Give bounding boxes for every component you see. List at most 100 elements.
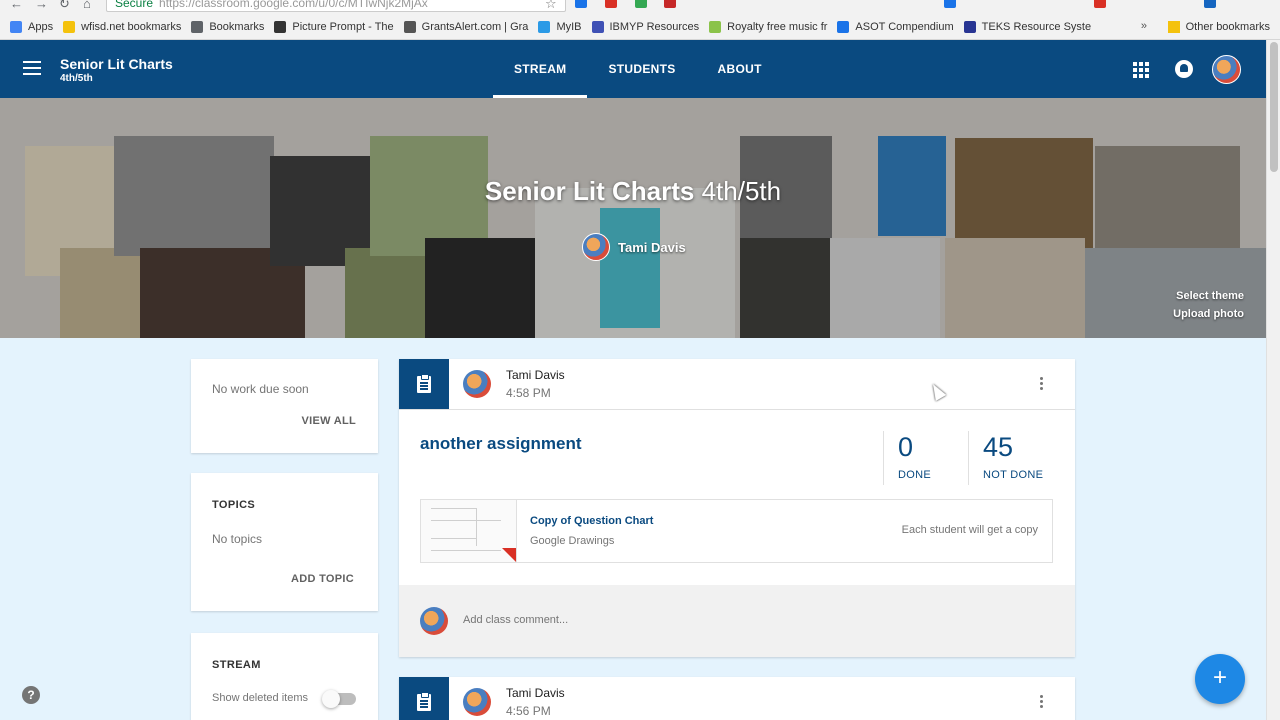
comment-bar [399,585,1075,657]
class-banner: Senior Lit Charts 4th/5th Tami Davis Sel… [0,98,1266,338]
select-theme-link[interactable]: Select theme [1176,290,1244,302]
banner-overlay [0,98,1266,338]
scrollbar-thumb[interactable] [1270,42,1278,172]
class-comment-input[interactable] [463,614,863,626]
bookmark-item[interactable]: Picture Prompt - The [274,20,394,33]
assignment-post: Tami Davis 4:58 PM another assignment 0 … [399,359,1075,657]
bookmark-item[interactable]: MyIB [538,20,582,33]
extension-icon[interactable] [944,0,956,8]
upcoming-card: No work due soon VIEW ALL [191,359,378,453]
teacher-avatar [582,233,610,261]
divider [399,409,1075,410]
notifications-icon[interactable] [1175,60,1193,78]
bookmarks-bar: Apps wfisd.net bookmarks Bookmarks Pictu… [0,14,1280,40]
extension-icon[interactable] [1094,0,1106,8]
forward-icon[interactable]: → [35,0,48,11]
topics-card: TOPICS No topics ADD TOPIC [191,473,378,611]
extension-icon[interactable] [635,0,647,8]
bookmark-item[interactable]: GrantsAlert.com | Gra [403,20,528,33]
show-deleted-label: Show deleted items [212,692,308,704]
stream-settings-card: STREAM Show deleted items [191,633,378,720]
assignment-title[interactable]: another assignment [420,434,582,454]
tab-bar: STREAM STUDENTS ABOUT [493,40,783,98]
commenter-avatar [420,607,448,635]
site-icon [274,20,287,33]
drawings-badge-icon [502,548,516,562]
back-icon[interactable]: ← [10,0,23,11]
stat-divider [883,431,884,485]
more-options-icon[interactable] [1040,377,1044,393]
tab-about[interactable]: ABOUT [697,40,783,98]
assignment-icon [417,373,431,393]
post-time: 4:56 PM [506,704,551,718]
more-options-icon[interactable] [1040,695,1044,711]
attachment-note: Each student will get a copy [901,524,1038,536]
reload-icon[interactable]: ↻ [59,0,70,12]
bookmark-apps[interactable]: Apps [10,20,53,33]
folder-icon [1167,21,1180,33]
post-author-avatar [463,370,491,398]
post-author: Tami Davis [506,686,565,700]
done-count[interactable]: 0 [898,432,913,463]
site-icon [963,20,976,33]
bookmark-item[interactable]: ASOT Compendium [837,20,954,33]
browser-toolbar: ← → ↻ ⌂ Secure https://classroom.google.c… [0,0,1280,14]
folder-icon [63,20,76,33]
star-icon [191,20,204,33]
banner-title: Senior Lit Charts 4th/5th [484,176,782,206]
menu-icon[interactable] [23,61,41,75]
extension-icon[interactable] [664,0,676,8]
more-bookmarks-icon[interactable]: » [1141,20,1147,32]
bookmark-item[interactable]: IBMYP Resources [591,20,699,33]
bookmark-star-icon[interactable]: ☆ [545,0,557,12]
tab-stream[interactable]: STREAM [493,40,588,98]
extension-icon[interactable] [1204,0,1216,8]
url-text: https://classroom.google.com/u/0/c/MTIwN… [159,0,428,10]
attachment-type: Google Drawings [530,535,615,547]
google-apps-icon[interactable] [1133,62,1149,78]
extension-icon[interactable] [605,0,617,8]
attachment-card[interactable]: Copy of Question Chart Google Drawings E… [420,499,1053,563]
done-label: DONE [898,469,931,481]
assignment-icon-box [399,359,449,409]
drive-icon [837,20,850,33]
post-time: 4:58 PM [506,386,551,400]
stat-divider [968,431,969,485]
topics-heading: TOPICS [212,499,256,511]
class-section: 4th/5th [60,73,93,84]
banner-teacher: Tami Davis [582,233,686,261]
not-done-count[interactable]: 45 [983,432,1013,463]
address-bar[interactable]: Secure https://classroom.google.com/u/0/c… [106,0,566,12]
home-icon[interactable]: ⌂ [83,0,91,11]
view-all-button[interactable]: VIEW ALL [301,415,356,427]
stream-heading: STREAM [212,659,261,671]
site-icon [403,20,416,33]
attachment-title[interactable]: Copy of Question Chart [530,515,653,527]
bookmark-item[interactable]: Royalty free music fr [709,20,827,33]
tab-students[interactable]: STUDENTS [587,40,696,98]
assignment-icon [417,691,431,711]
class-title[interactable]: Senior Lit Charts [60,56,173,72]
bookmark-item[interactable]: TEKS Resource Syste [963,20,1091,33]
site-icon [709,20,722,33]
topics-message: No topics [212,532,263,546]
not-done-label: NOT DONE [983,469,1044,481]
other-bookmarks[interactable]: Other bookmarks [1167,21,1270,33]
create-post-button[interactable]: + [1195,654,1245,704]
secure-label: Secure [115,0,154,10]
apps-grid-icon [10,20,22,33]
site-icon [591,20,604,33]
upload-photo-link[interactable]: Upload photo [1173,308,1244,320]
account-avatar[interactable] [1212,55,1241,84]
page-scrollbar[interactable] [1266,40,1280,720]
teacher-name: Tami Davis [618,239,686,255]
post-author: Tami Davis [506,368,565,382]
bookmark-folder[interactable]: wfisd.net bookmarks [63,20,181,33]
help-icon[interactable]: ? [22,686,40,704]
bookmark-item[interactable]: Bookmarks [191,20,264,33]
show-deleted-toggle[interactable] [322,690,356,708]
add-topic-button[interactable]: ADD TOPIC [291,573,354,585]
upcoming-message: No work due soon [212,382,309,396]
extension-icon[interactable] [575,0,587,8]
attachment-thumbnail [421,500,517,562]
